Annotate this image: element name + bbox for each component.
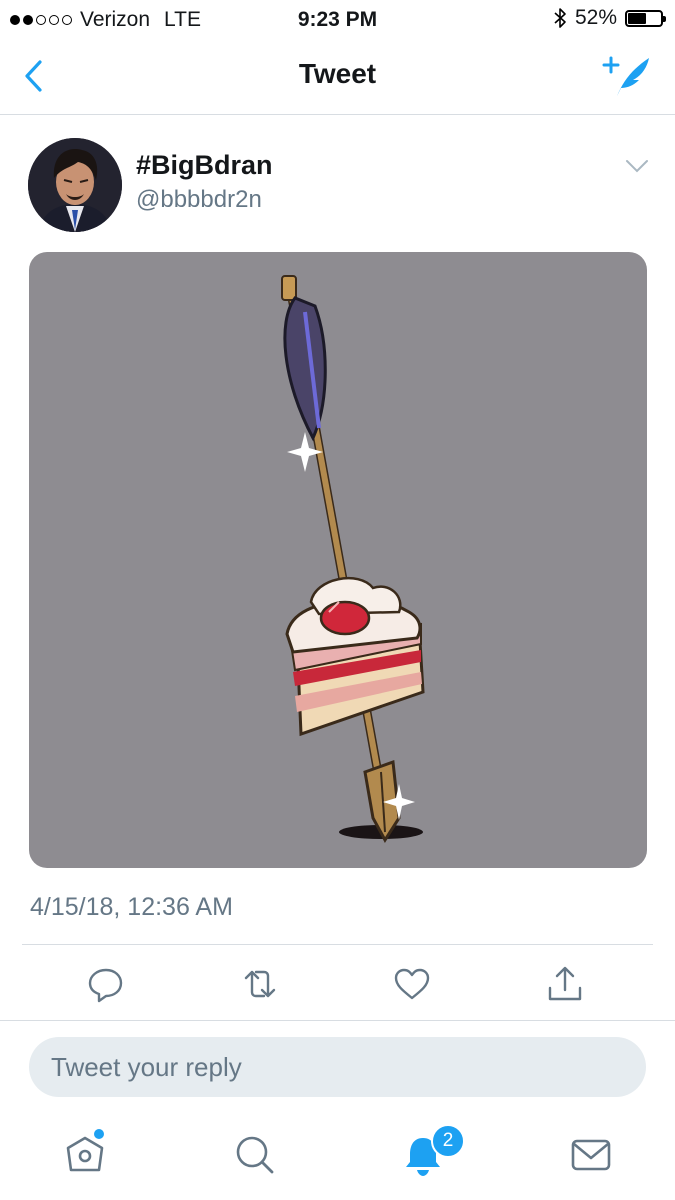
- notifications-badge: 2: [431, 1124, 465, 1158]
- compose-tweet-icon[interactable]: [601, 54, 653, 98]
- display-name[interactable]: #BigBdran: [136, 150, 273, 181]
- arrow-through-cake-image: [281, 275, 425, 843]
- tweet-timestamp: 4/15/18, 12:36 AM: [30, 893, 233, 921]
- reply-icon[interactable]: [86, 964, 126, 1004]
- nav-bar: Tweet: [0, 38, 675, 115]
- tweet-media[interactable]: [29, 252, 647, 868]
- battery-percent: 52%: [574, 6, 617, 29]
- status-bar: Verizon LTE 9:23 PM 52%: [0, 0, 675, 38]
- chevron-down-icon[interactable]: [625, 158, 649, 174]
- status-right: 52%: [553, 6, 666, 30]
- page-title: Tweet: [298, 58, 377, 89]
- messages-icon[interactable]: [568, 1132, 614, 1178]
- search-icon[interactable]: [232, 1132, 278, 1178]
- user-handle[interactable]: @bbbbdr2n: [136, 186, 262, 214]
- share-icon[interactable]: [545, 964, 585, 1004]
- bluetooth-icon: [554, 8, 566, 28]
- reply-input[interactable]: [29, 1037, 646, 1097]
- tweet-actions: [0, 960, 675, 1012]
- divider: [22, 944, 653, 945]
- retweet-icon[interactable]: [240, 964, 280, 1004]
- home-unread-dot: [94, 1129, 104, 1139]
- tab-bar: [0, 1110, 675, 1200]
- divider: [0, 1020, 675, 1021]
- avatar-image: [28, 138, 122, 232]
- home-icon[interactable]: [62, 1132, 108, 1178]
- battery-icon: [625, 9, 666, 27]
- like-icon[interactable]: [392, 964, 432, 1004]
- battery-fill: [628, 12, 646, 24]
- avatar[interactable]: [28, 138, 122, 232]
